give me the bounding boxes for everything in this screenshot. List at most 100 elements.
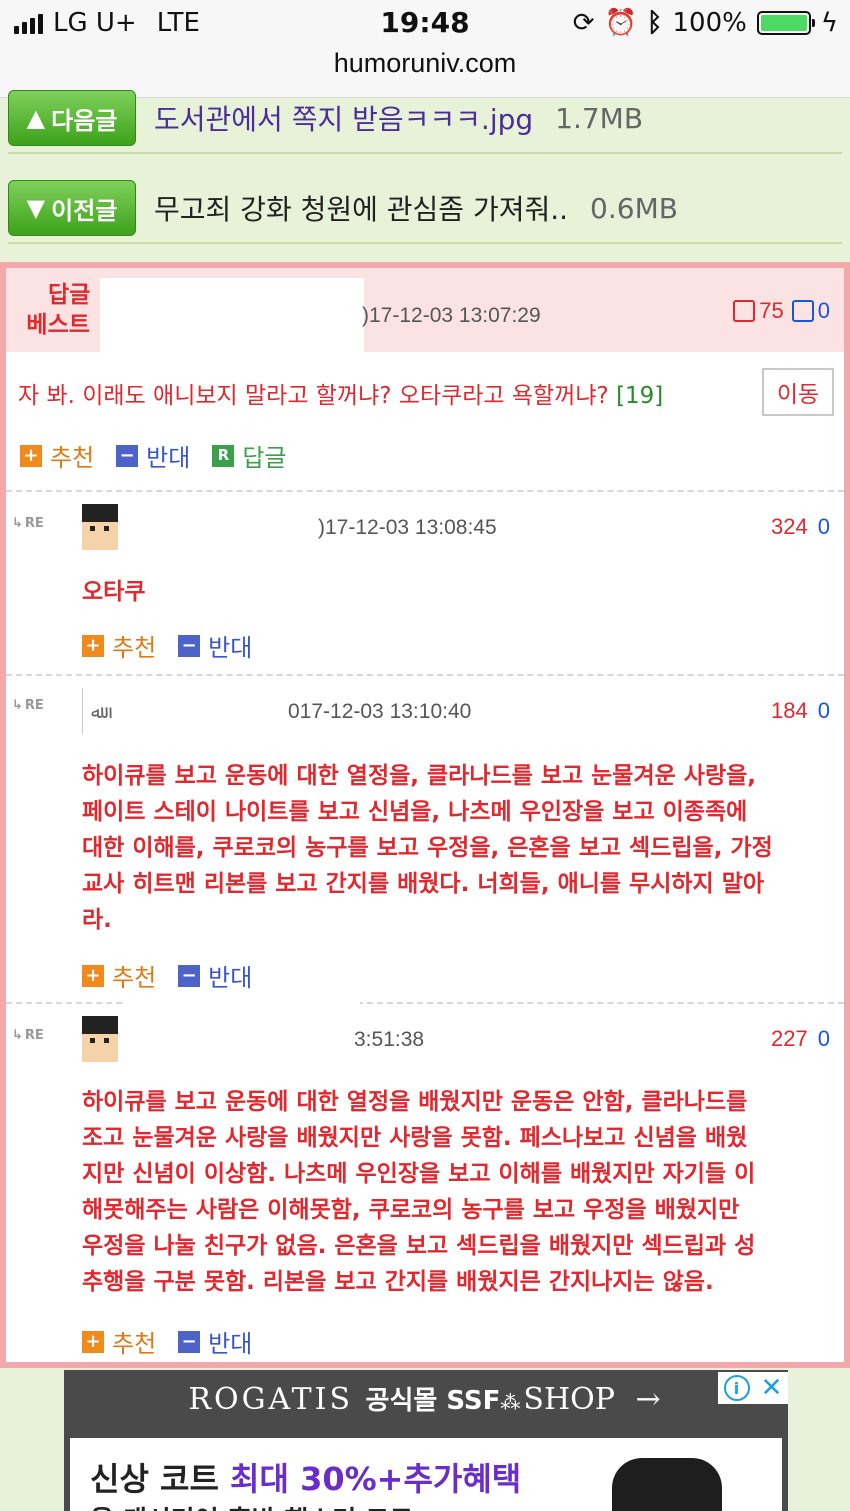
plus-icon: +: [20, 444, 42, 467]
next-post-row[interactable]: ▲ 다음글 도서관에서 쪽지 받음ㅋㅋㅋ.jpg 1.7MB: [8, 84, 842, 154]
prev-post-button[interactable]: ▼ 이전글: [8, 180, 136, 236]
recommend-label: 추천: [112, 964, 157, 992]
best-reply-badge: 답글 베스트: [26, 280, 90, 340]
oppose-label: 반대: [208, 1330, 253, 1358]
reply-arrow-icon: ↳ RE: [12, 698, 44, 713]
avatar[interactable]: [82, 504, 118, 550]
re-label: RE: [24, 516, 44, 531]
recommend-button[interactable]: + 추천: [82, 958, 156, 993]
ad-brand-kr: 공식몰 SSF: [365, 1386, 501, 1416]
ssf-logo-icon: ⁂: [500, 1390, 524, 1414]
oppose-label: 반대: [146, 444, 191, 472]
best-label-line1: 답글: [48, 282, 91, 308]
upvote-count: 75: [759, 298, 784, 323]
arrow-right-icon: →: [635, 1382, 664, 1417]
ad-headline: 신상 코트 최대 30%+추가혜택: [90, 1454, 521, 1500]
redacted-name: [124, 1002, 360, 1062]
status-right: ⟳ ⏰ ᛒ 100% ϟ: [573, 8, 838, 38]
prev-post-label: 이전글: [51, 196, 118, 225]
oppose-button[interactable]: − 반대: [178, 958, 252, 993]
comment-actions: + 추천 − 반대: [82, 628, 252, 663]
comment-date: )17-12-03 13:08:45: [318, 516, 497, 539]
comment-actions: + 추천 − 반대: [82, 1324, 252, 1359]
oppose-label: 반대: [208, 964, 253, 992]
best-reply-section: 답글 베스트 )17-12-03 13:07:29 75 0 자 봐. 이래도 …: [0, 262, 850, 1368]
oppose-button[interactable]: − 반대: [178, 628, 252, 663]
reply-arrow-icon: ↳ RE: [12, 1028, 44, 1043]
reply-button[interactable]: R 답글: [212, 438, 287, 473]
comment-date: 017-12-03 13:10:40: [288, 700, 472, 723]
alarm-icon: ⏰: [604, 8, 637, 38]
coat-image: [612, 1458, 722, 1511]
lock-rotation-icon: ⟳: [572, 8, 595, 38]
recommend-label: 추천: [112, 1330, 157, 1358]
ad-brand: ROGATIS 공식몰 SSF⁂SHOP →: [64, 1380, 788, 1417]
info-icon[interactable]: i: [723, 1375, 750, 1401]
comment-date: 3:51:38: [354, 1028, 425, 1051]
prev-post-size: 0.6MB: [590, 191, 678, 225]
comment-votes: 227 0: [771, 1026, 830, 1052]
reply-arrow-icon: ↳ RE: [12, 516, 44, 531]
avatar[interactable]: ﷲ: [82, 688, 122, 734]
avatar[interactable]: [82, 1016, 118, 1062]
best-reply-actions: + 추천 − 반대 R 답글: [20, 438, 287, 473]
battery-icon: [756, 11, 815, 35]
prev-post-row[interactable]: ▼ 이전글 무고죄 강화 청원에 관심좀 가져줘.. 0.6MB: [8, 174, 842, 244]
minus-icon: −: [178, 634, 201, 657]
next-post-button[interactable]: ▲ 다음글: [8, 90, 136, 146]
recommend-label: 추천: [112, 634, 157, 662]
reply-count: [19]: [616, 383, 664, 409]
plus-icon: +: [82, 634, 104, 657]
oppose-label: 반대: [208, 634, 253, 662]
ad-headline-b: 최대 30%+추가혜택: [230, 1460, 522, 1498]
best-reply-date: )17-12-03 13:07:29: [362, 304, 541, 327]
divider: [6, 674, 844, 676]
recommend-button[interactable]: + 추천: [82, 1324, 156, 1359]
re-label: RE: [24, 698, 44, 713]
downvote-count: 0: [817, 514, 830, 539]
bluetooth-icon: ᛒ: [646, 8, 663, 38]
downvote-count: 0: [817, 1026, 830, 1051]
ad-banner[interactable]: ROGATIS 공식몰 SSF⁂SHOP → 신상 코트 최대 30%+추가혜택…: [64, 1370, 788, 1511]
oppose-button[interactable]: − 반대: [178, 1324, 252, 1359]
reply-icon: R: [212, 444, 235, 467]
charging-icon: ϟ: [820, 8, 838, 38]
ad-brand-name: ROGATIS: [188, 1382, 353, 1417]
next-post-size: 1.7MB: [555, 101, 644, 135]
upvote-count: 227: [771, 1026, 808, 1051]
comment-votes: 184 0: [771, 698, 830, 724]
ad-card[interactable]: 신상 코트 최대 30%+추가혜택 을 캐시미어 혼방 핸스터 코트: [70, 1438, 782, 1511]
reply-label: 답글: [242, 444, 287, 472]
oppose-button[interactable]: − 반대: [116, 438, 190, 473]
redacted-name: [124, 500, 320, 550]
url-bar[interactable]: humoruniv.com: [0, 48, 850, 79]
best-reply-votes: 75 0: [733, 298, 830, 324]
comment-text: 하이큐를 보고 운동에 대한 열정을, 클라나드를 보고 눈물겨운 사랑을, 페…: [82, 763, 773, 933]
best-reply-title[interactable]: 자 봐. 이래도 애니보지 말라고 할꺼냐? 오타쿠라고 욕할꺼냐?: [18, 383, 609, 409]
recommend-label: 추천: [50, 444, 95, 472]
thumbs-down-icon[interactable]: [791, 300, 814, 322]
next-post-title[interactable]: 도서관에서 쪽지 받음ㅋㅋㅋ.jpg: [154, 98, 533, 138]
move-button[interactable]: 이동: [762, 368, 834, 416]
ad-brand-shop: SHOP: [523, 1382, 615, 1417]
comment-actions: + 추천 − 반대: [82, 958, 252, 993]
recommend-button[interactable]: + 추천: [20, 438, 94, 473]
recommend-button[interactable]: + 추천: [82, 628, 156, 663]
divider: [6, 490, 844, 492]
comment-text: 하이큐를 보고 운동에 대한 열정을 배웠지만 운동은 안함, 클라나드를 조고…: [82, 1089, 756, 1295]
ad-headline-a: 신상 코트: [90, 1460, 231, 1498]
ad-subline: 을 캐시미어 혼방 핸스터 코트: [90, 1500, 413, 1511]
minus-icon: −: [178, 1330, 201, 1353]
downvote-count: 0: [817, 698, 830, 723]
ad-choices[interactable]: i ✕: [718, 1372, 788, 1404]
plus-icon: +: [82, 1330, 104, 1353]
comment-votes: 324 0: [771, 514, 830, 540]
best-reply-text[interactable]: 자 봐. 이래도 애니보지 말라고 할꺼냐? 오타쿠라고 욕할꺼냐? [19]: [18, 376, 663, 410]
close-icon[interactable]: ✕: [761, 1373, 783, 1403]
next-post-label: 다음글: [51, 106, 118, 135]
battery-percent: 100%: [672, 8, 747, 38]
minus-icon: −: [116, 444, 139, 467]
prev-post-title[interactable]: 무고죄 강화 청원에 관심좀 가져줘..: [154, 188, 568, 228]
upvote-count: 184: [771, 698, 808, 723]
thumbs-up-icon[interactable]: [733, 300, 756, 322]
